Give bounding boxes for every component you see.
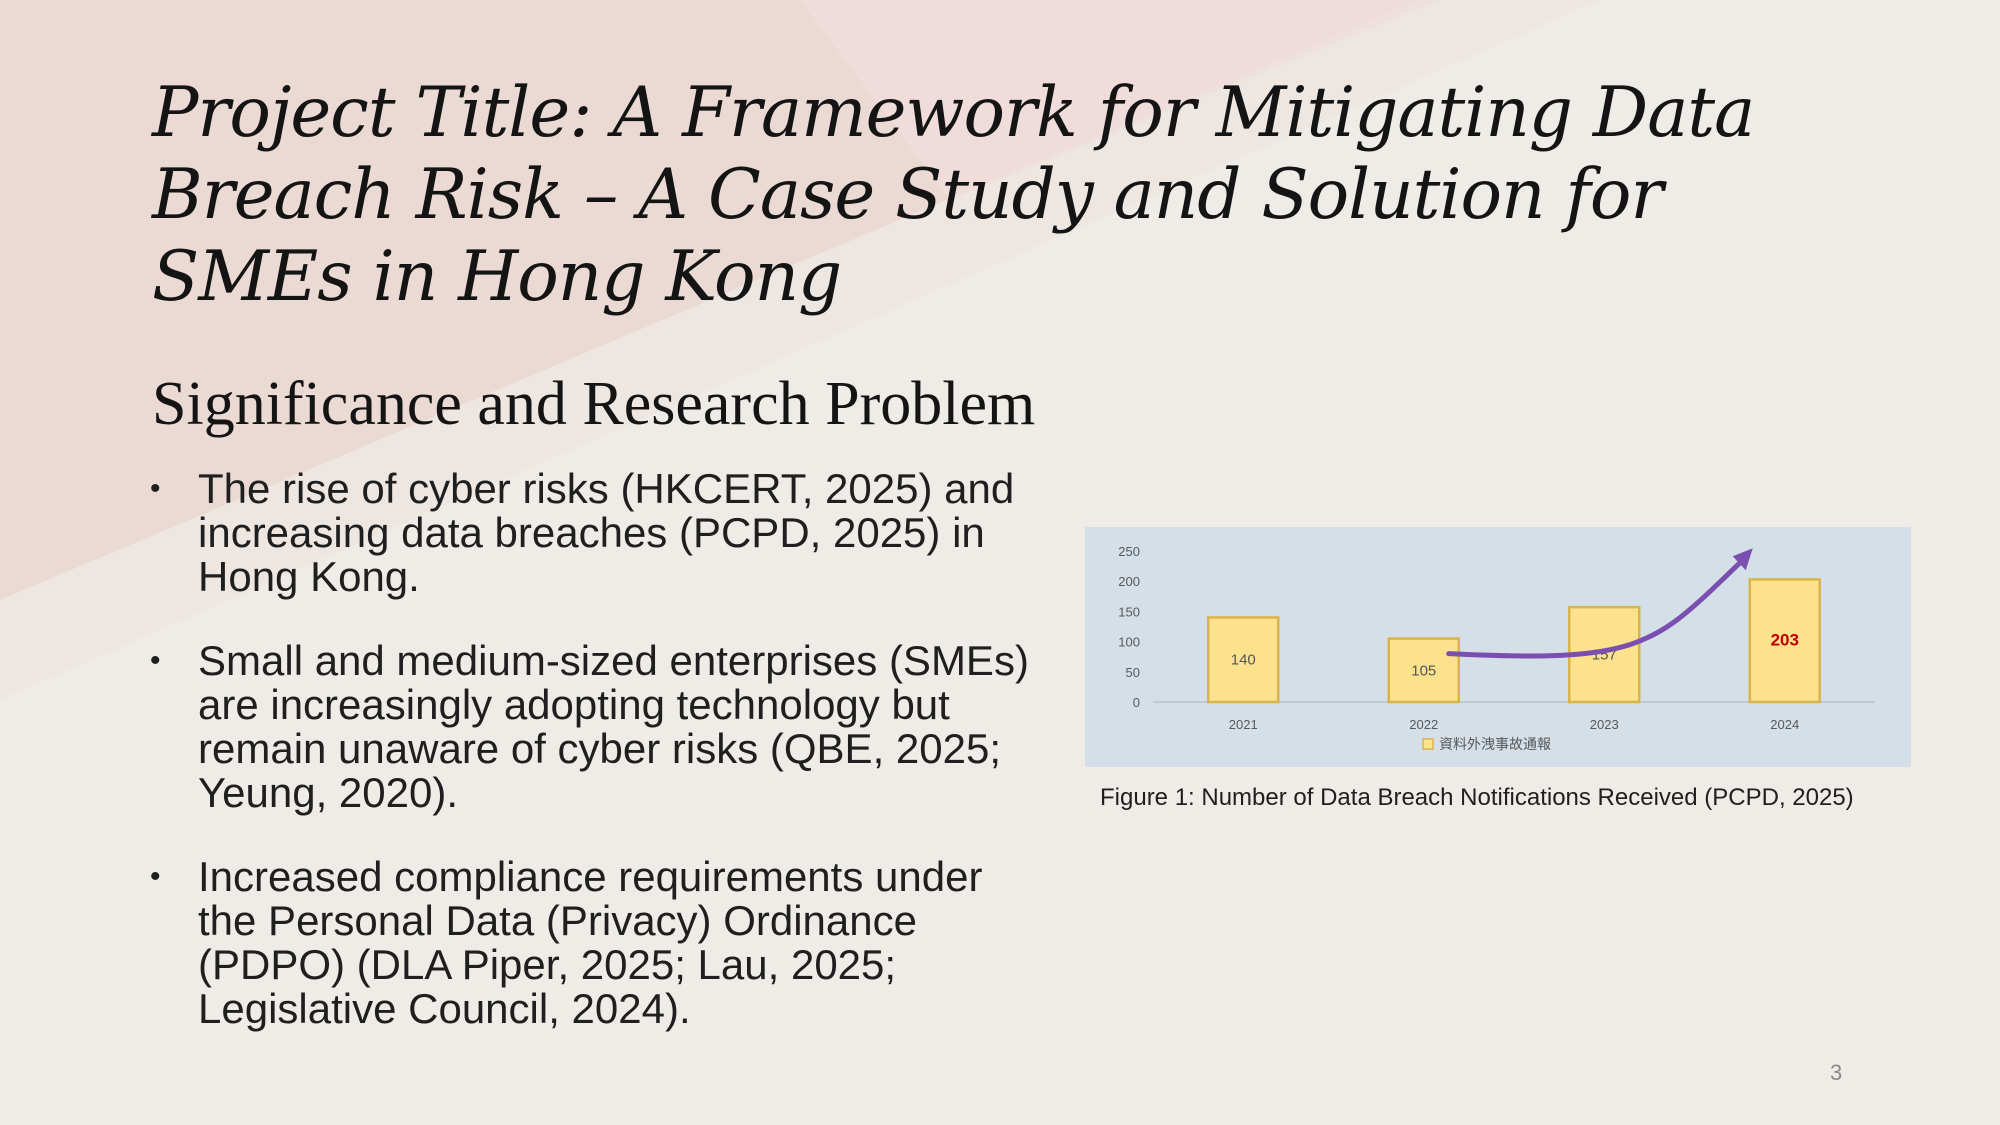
bar-chart-svg: 0501001502002501402021105202215720232032…	[1118, 544, 1875, 753]
bullet-item: • The rise of cyber risks (HKCERT, 2025)…	[150, 467, 1050, 599]
y-tick-label: 200	[1118, 574, 1140, 589]
bullet-marker: •	[150, 644, 161, 677]
bullet-text: Small and medium-sized enterprises (SMEs…	[198, 637, 1029, 816]
y-tick-label: 100	[1118, 635, 1140, 650]
x-tick-label: 2023	[1590, 717, 1619, 732]
x-tick-label: 2022	[1409, 717, 1438, 732]
legend-label: 資料外洩事故通報	[1439, 737, 1551, 753]
x-tick-label: 2021	[1229, 717, 1258, 732]
data-label: 105	[1411, 662, 1436, 679]
bullet-text: Increased compliance requirements under …	[198, 853, 983, 1032]
data-label: 203	[1771, 631, 1799, 650]
bullet-text: The rise of cyber risks (HKCERT, 2025) a…	[198, 465, 1015, 600]
bullet-list: • The rise of cyber risks (HKCERT, 2025)…	[150, 467, 1050, 1071]
y-tick-label: 250	[1118, 544, 1140, 559]
bullet-marker: •	[150, 472, 161, 505]
y-tick-label: 150	[1118, 604, 1140, 619]
breach-chart: 0 50 100 150 200 250 140 2021 105 2022 157 2023 203 2…	[1085, 527, 1911, 767]
bullet-marker: •	[150, 860, 161, 893]
data-label: 140	[1231, 652, 1256, 669]
figure-caption: Figure 1: Number of Data Breach Notifica…	[1100, 784, 1854, 811]
page-number: 3	[1830, 1060, 1843, 1085]
x-tick-label: 2024	[1770, 717, 1799, 732]
slide-title: Project Title: A Framework for Mitigatin…	[152, 73, 1755, 317]
bullet-item: • Increased compliance requirements unde…	[150, 855, 1050, 1031]
bullet-item: • Small and medium-sized enterprises (SM…	[150, 639, 1050, 815]
y-tick-label: 50	[1126, 665, 1140, 680]
y-tick-label: 0	[1133, 695, 1140, 710]
legend-swatch	[1422, 738, 1434, 750]
section-heading: Significance and Research Problem	[152, 370, 1036, 438]
